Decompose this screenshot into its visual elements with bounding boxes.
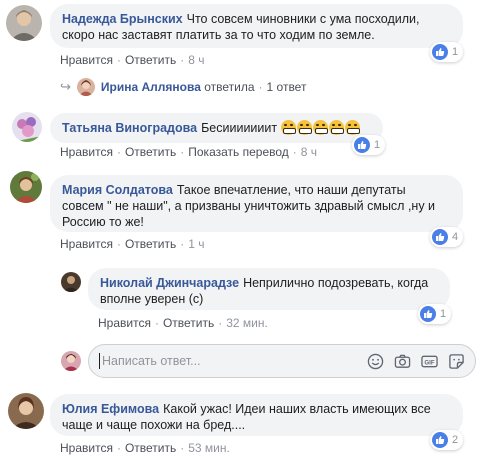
comment-text: Какой ужас! Идеи наших власть имеющих вс… [163, 402, 431, 416]
sticker-icon[interactable] [447, 352, 465, 370]
comment-actions: Нравится · Ответить · 32 мин. [98, 316, 268, 330]
comment-bubble: Надежда Брынских Что совсем чиновники с у… [50, 4, 463, 48]
avatar[interactable] [6, 5, 42, 41]
avatar[interactable] [12, 112, 42, 142]
reply-composer: GIF [88, 344, 476, 378]
comment-bubble: Татьяна Виноградова Бесииииииит [50, 113, 383, 143]
like-link[interactable]: Нравится [60, 53, 113, 67]
gif-icon[interactable]: GIF [420, 352, 438, 370]
avatar[interactable] [61, 272, 81, 292]
comment-text: Россию то же! [62, 215, 144, 229]
svg-text:GIF: GIF [424, 359, 434, 366]
grimacing-emoji-icon [328, 120, 344, 135]
thumbs-up-icon [432, 229, 448, 245]
like-link[interactable]: Нравится [60, 237, 113, 251]
comment-text: скоро нас заставят платить за то что ход… [62, 28, 375, 42]
reply-link[interactable]: Ответить [125, 237, 176, 251]
reply-arrow-icon: ↪ [60, 79, 71, 94]
reaction-count[interactable]: 4 [430, 227, 464, 247]
comment-author[interactable]: Юлия Ефимова [62, 402, 159, 416]
like-link[interactable]: Нравится [98, 316, 151, 330]
comment-bubble: Мария Солдатова Такое впечатление, что на… [50, 175, 463, 232]
like-link[interactable]: Нравится [60, 145, 113, 159]
reaction-count[interactable]: 1 [352, 135, 386, 155]
thumbs-up-icon [432, 432, 448, 448]
thumbs-up-icon [432, 44, 448, 60]
reaction-count[interactable]: 1 [418, 304, 452, 324]
comment-actions: Нравится · Ответить · 53 мин. [60, 441, 230, 455]
avatar [76, 78, 95, 96]
avatar [61, 351, 81, 371]
comment-text: Такое впечатление, что наши депутаты [176, 183, 406, 197]
comment-actions: Нравится · Ответить · 8 ч [60, 53, 205, 67]
reply-link[interactable]: Ответить [125, 53, 176, 67]
like-link[interactable]: Нравится [60, 441, 113, 455]
timestamp[interactable]: 53 мин. [188, 441, 230, 455]
reply-link[interactable]: Ответить [125, 441, 176, 455]
translate-link[interactable]: Показать перевод [188, 145, 289, 159]
reaction-count[interactable]: 1 [430, 42, 464, 62]
thumbs-up-icon [354, 137, 370, 153]
comment-author[interactable]: Николай Джинчарадзе [100, 276, 239, 290]
comment-author[interactable]: Надежда Брынских [62, 12, 183, 26]
reply-author[interactable]: Ирина Аллянова [101, 80, 201, 94]
reply-link[interactable]: Ответить [125, 145, 176, 159]
timestamp[interactable]: 8 ч [301, 145, 317, 159]
comment-text: Неприлично подозревать, когда [243, 276, 429, 290]
reply-count: 1 ответ [266, 80, 307, 94]
thumbs-up-icon [420, 306, 436, 322]
comment-text: Бесииииииит [201, 121, 278, 135]
comment-author[interactable]: Мария Солдатова [62, 183, 173, 197]
emoji-row [280, 120, 361, 135]
reply-input[interactable] [102, 354, 366, 368]
reaction-count[interactable]: 2 [430, 430, 464, 450]
avatar[interactable] [10, 171, 42, 203]
comment-author[interactable]: Татьяна Виноградова [62, 121, 197, 135]
smiley-icon[interactable] [366, 352, 384, 370]
reply-bubble: Николай Джинчарадзе Неприлично подозреват… [88, 268, 450, 310]
comment-text: совсем " не наши", а призваны уничтожить… [62, 199, 436, 213]
grimacing-emoji-icon [296, 120, 312, 135]
timestamp[interactable]: 1 ч [188, 237, 204, 251]
grimacing-emoji-icon [312, 120, 328, 135]
comment-text: вполне уверен (с) [100, 292, 204, 306]
timestamp[interactable]: 8 ч [188, 53, 204, 67]
replies-summary[interactable]: ↪ Ирина Аллянова ответила · 1 ответ [60, 78, 306, 96]
comment-bubble: Юлия Ефимова Какой ужас! Идеи наших власт… [50, 394, 463, 436]
comment-actions: Нравится · Ответить · Показать перевод · 8 ч [60, 145, 318, 159]
composer-icons: GIF [366, 352, 465, 370]
reply-link[interactable]: Ответить [163, 316, 214, 330]
reply-action: ответила [204, 80, 255, 94]
camera-icon[interactable] [393, 352, 411, 370]
comment-text: Что совсем чиновники с ума посходили, [186, 12, 420, 26]
avatar[interactable] [8, 393, 44, 429]
grimacing-emoji-icon [280, 120, 296, 135]
grimacing-emoji-icon [344, 120, 360, 135]
text-caret [99, 353, 100, 369]
timestamp[interactable]: 32 мин. [226, 316, 268, 330]
comment-text: чаще и чаще похожи на бред.... [62, 418, 246, 432]
comment-actions: Нравится · Ответить · 1 ч [60, 237, 205, 251]
